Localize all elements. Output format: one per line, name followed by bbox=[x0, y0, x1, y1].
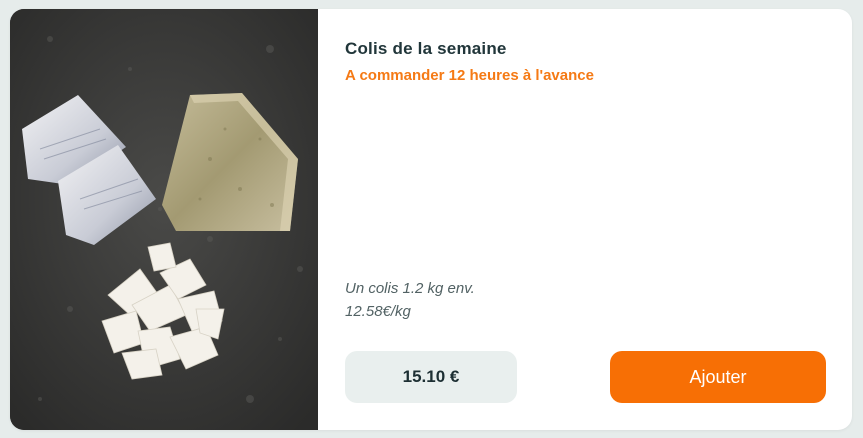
weight-text: Un colis 1.2 kg env. bbox=[345, 280, 475, 297]
product-description: Un colis 1.2 kg env. 12.58€/kg bbox=[345, 277, 475, 323]
price-box: 15.10 € bbox=[345, 351, 517, 403]
product-title: Colis de la semaine bbox=[345, 39, 507, 58]
product-card: Colis de la semaine A commander 12 heure… bbox=[10, 9, 852, 430]
product-image bbox=[10, 9, 318, 430]
price-value: 15.10 € bbox=[402, 367, 460, 386]
add-to-cart-button[interactable]: Ajouter bbox=[610, 351, 826, 403]
price-per-kg: 12.58€/kg bbox=[345, 303, 411, 320]
order-notice: A commander 12 heures à l'avance bbox=[345, 67, 594, 84]
product-info: Colis de la semaine A commander 12 heure… bbox=[344, 9, 852, 430]
